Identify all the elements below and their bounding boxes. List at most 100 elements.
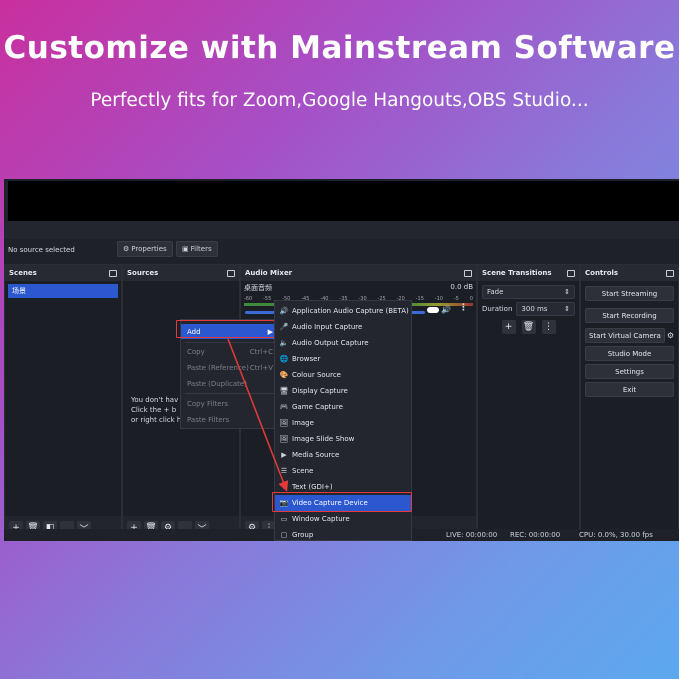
transitions-title: Scene Transitions xyxy=(482,269,552,277)
hero-title: Customize with Mainstream Software xyxy=(3,30,676,66)
mixer-title: Audio Mixer xyxy=(245,269,293,277)
undock-icon[interactable] xyxy=(227,269,235,277)
start-streaming-button[interactable]: Start Streaming xyxy=(585,286,674,301)
add-menu-item-label: Scene xyxy=(292,467,314,475)
more-icon[interactable]: ⋮ xyxy=(459,303,468,313)
undock-icon[interactable] xyxy=(567,269,575,277)
filters-button[interactable]: ▣ Filters xyxy=(176,241,218,257)
palette-icon: 🎨 xyxy=(279,371,289,379)
duration-value: 300 ms xyxy=(521,305,548,313)
menu-add[interactable]: Add ▶ xyxy=(181,324,279,339)
undock-icon[interactable] xyxy=(109,269,117,277)
duration-row: Duration 300 ms ⇕ xyxy=(482,302,575,316)
add-icon[interactable]: + xyxy=(501,320,516,334)
start-virtual-camera-button[interactable]: Start Virtual Camera xyxy=(585,328,665,343)
add-menu-item[interactable]: ▭ Window Capture xyxy=(275,511,411,527)
scene-item[interactable]: 场景 xyxy=(8,284,118,298)
transition-value: Fade xyxy=(487,288,504,296)
undock-icon[interactable] xyxy=(666,269,674,277)
menu-paste-duplicate[interactable]: Paste (Duplicate) xyxy=(181,376,279,391)
add-menu-item-label: Application Audio Capture (BETA) xyxy=(292,307,409,315)
add-menu-item-label: Group xyxy=(292,531,314,539)
more-icon[interactable]: ⋮ xyxy=(541,320,556,334)
add-menu-item-label: Media Source xyxy=(292,451,340,459)
properties-button[interactable]: ⚙ Properties xyxy=(117,241,173,257)
speaker-icon: 🔊 xyxy=(279,307,289,315)
gear-icon[interactable]: ⚙ xyxy=(667,331,674,340)
add-menu-item-label: Video Capture Device xyxy=(292,499,368,507)
camera-icon: 📷 xyxy=(279,499,289,507)
add-menu-item-label: Colour Source xyxy=(292,371,341,379)
add-menu-item[interactable]: 🔈 Audio Output Capture xyxy=(275,335,411,351)
add-menu-item[interactable]: T Text (GDI+) xyxy=(275,479,411,495)
chevron-right-icon: ▶ xyxy=(267,327,273,336)
globe-icon: 🌐 xyxy=(279,355,289,363)
meter-tick-label: -55 xyxy=(263,296,272,302)
add-source-submenu: 🔊 Application Audio Capture (BETA) 🎤 Audio … xyxy=(274,300,412,541)
controls-dock: Controls Start Streaming Start Recording… xyxy=(580,264,679,541)
menu-copy-filters[interactable]: Copy Filters xyxy=(181,396,279,411)
folder-icon: ▢ xyxy=(280,531,288,539)
add-menu-item[interactable]: ▢ Group xyxy=(275,527,411,541)
add-menu-item[interactable]: ▶ Media Source xyxy=(275,447,411,463)
add-menu-item[interactable]: 🔊 Application Audio Capture (BETA) xyxy=(275,303,411,319)
add-menu-item[interactable]: 📷 Video Capture Device xyxy=(275,495,411,511)
add-menu-item[interactable]: 🖥 Display Capture xyxy=(275,383,411,399)
studio-mode-button[interactable]: Studio Mode xyxy=(585,346,674,361)
menu-copy-label: Copy xyxy=(187,347,205,356)
sources-context-menu: Add ▶ Copy Ctrl+C Paste (Reference) Ctrl… xyxy=(180,319,280,429)
transition-select[interactable]: Fade ⇕ xyxy=(482,285,575,299)
settings-button[interactable]: Settings xyxy=(585,364,674,379)
add-menu-item-label: Audio Input Capture xyxy=(292,323,363,331)
speaker-icon[interactable]: 🔊 xyxy=(441,305,451,314)
duration-label: Duration xyxy=(482,305,513,313)
trash-icon[interactable]: 🗑 xyxy=(521,320,536,334)
menu-paste-dup-label: Paste (Duplicate) xyxy=(187,379,247,388)
slideshow-icon: 🖼 xyxy=(279,435,289,443)
undock-icon[interactable] xyxy=(464,269,472,277)
duration-input[interactable]: 300 ms ⇕ xyxy=(516,302,575,316)
add-menu-item[interactable]: 🖼 Image Slide Show xyxy=(275,431,411,447)
scenes-header: Scenes xyxy=(5,265,121,281)
menu-paste-reference[interactable]: Paste (Reference) Ctrl+V xyxy=(181,360,279,375)
volume-slider-handle[interactable] xyxy=(427,307,439,313)
virtual-camera-row: Start Virtual Camera ⚙ xyxy=(585,328,674,343)
add-menu-item-label: Browser xyxy=(292,355,321,363)
meter-tick-label: -5 xyxy=(453,296,459,302)
add-menu-item-label: Window Capture xyxy=(292,515,350,523)
menu-copy-filters-label: Copy Filters xyxy=(187,399,228,408)
rec-status: REC: 00:00:00 xyxy=(510,531,561,539)
menu-paste-filters[interactable]: Paste Filters xyxy=(181,412,279,427)
add-menu-item-label: Game Capture xyxy=(292,403,343,411)
add-menu-item-label: Image xyxy=(292,419,314,427)
meter-tick-label: -15 xyxy=(415,296,424,302)
start-recording-button[interactable]: Start Recording xyxy=(585,308,674,323)
add-menu-item[interactable]: 🌐 Browser xyxy=(275,351,411,367)
add-menu-item[interactable]: ☰ Scene xyxy=(275,463,411,479)
live-status: LIVE: 00:00:00 xyxy=(446,531,498,539)
hero-subtitle: Perfectly fits for Zoom,Google Hangouts,… xyxy=(90,90,589,111)
sources-header: Sources xyxy=(123,265,239,281)
text-icon: T xyxy=(281,483,287,491)
menu-add-label: Add xyxy=(187,327,201,336)
controls-title: Controls xyxy=(585,269,619,277)
add-menu-item[interactable]: 🎮 Game Capture xyxy=(275,399,411,415)
add-menu-item-label: Audio Output Capture xyxy=(292,339,369,347)
scenes-title: Scenes xyxy=(9,269,37,277)
add-menu-item-label: Image Slide Show xyxy=(292,435,355,443)
updown-icon: ⇕ xyxy=(564,288,570,296)
sources-title: Sources xyxy=(127,269,159,277)
transitions-header: Scene Transitions xyxy=(478,265,579,281)
mixer-channel-name: 桌面音频 xyxy=(244,284,272,292)
add-menu-item[interactable]: 🎤 Audio Input Capture xyxy=(275,319,411,335)
filter-icon: ▣ xyxy=(182,245,189,253)
add-menu-item[interactable]: 🎨 Colour Source xyxy=(275,367,411,383)
mixer-header: Audio Mixer xyxy=(241,265,476,281)
meter-tick-label: -10 xyxy=(434,296,443,302)
exit-button[interactable]: Exit xyxy=(585,382,674,397)
menu-copy[interactable]: Copy Ctrl+C xyxy=(181,344,279,359)
meter-tick-label: -60 xyxy=(244,296,253,302)
list-icon: ☰ xyxy=(280,467,288,475)
cpu-status: CPU: 0.0%, 30.00 fps xyxy=(579,531,653,539)
add-menu-item[interactable]: 🖼 Image xyxy=(275,415,411,431)
